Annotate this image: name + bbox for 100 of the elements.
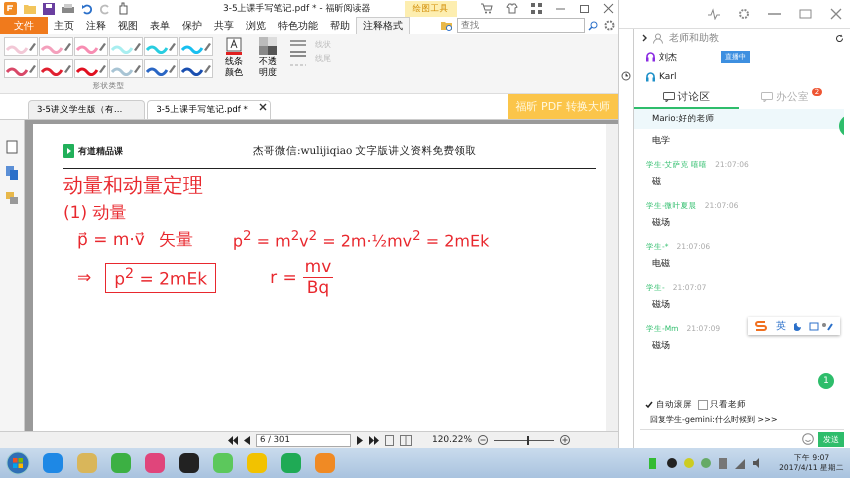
ribbon-tab[interactable]: 特色功能 bbox=[272, 17, 324, 34]
zoom-slider-thumb[interactable] bbox=[527, 436, 530, 444]
ribbon-tab[interactable]: 共享 bbox=[208, 17, 240, 34]
start-orb-icon[interactable] bbox=[6, 451, 30, 475]
ribbon-tab[interactable]: 浏览 bbox=[240, 17, 272, 34]
page-header-text: 杰哥微信:wulijiqiao 文字版讲义资料免费领取 bbox=[253, 144, 477, 158]
cart-icon[interactable] bbox=[481, 3, 493, 14]
handwritten-subheading: (1) 动量 bbox=[63, 203, 128, 224]
fraction-numerator: mv bbox=[304, 256, 332, 278]
people-icon bbox=[653, 32, 664, 44]
first-page-icon[interactable] bbox=[228, 436, 238, 444]
pen-style-swatch[interactable] bbox=[4, 59, 38, 78]
vertical-scrollbar[interactable] bbox=[606, 124, 618, 431]
line-color-button[interactable]: 线条颜色 bbox=[221, 37, 247, 93]
save-icon[interactable] bbox=[43, 2, 55, 14]
page-icon[interactable] bbox=[6, 140, 18, 154]
pinned-message: Mario:好的老师 bbox=[634, 109, 844, 129]
search-field[interactable]: 查找 bbox=[457, 18, 585, 33]
message-text: 磁场 bbox=[651, 216, 670, 230]
message-text: 磁场 bbox=[651, 340, 670, 353]
handwritten-formula: r = bbox=[270, 268, 297, 288]
two-page-icon[interactable] bbox=[400, 434, 412, 446]
line-weight-icon[interactable] bbox=[289, 39, 307, 47]
expand-chevron-icon[interactable] bbox=[642, 34, 648, 42]
chat-bubble-icon bbox=[760, 92, 773, 102]
pages-icon[interactable] bbox=[6, 166, 18, 180]
section-title: 老师和助教 bbox=[669, 32, 719, 45]
zoom-level[interactable]: 120.22% bbox=[432, 435, 472, 445]
message-text: 电磁 bbox=[651, 258, 670, 271]
print-icon[interactable] bbox=[61, 2, 75, 14]
fraction-denominator: Bq bbox=[302, 277, 334, 299]
checkbox[interactable] bbox=[698, 400, 708, 410]
ime-tools-icon[interactable] bbox=[794, 322, 834, 330]
text-color-icon bbox=[225, 37, 243, 55]
pen-style-swatch[interactable] bbox=[144, 59, 178, 78]
window-title: 3-5上课手写笔记.pdf * - 福昕阅读器 bbox=[223, 2, 370, 15]
shirt-icon[interactable] bbox=[506, 3, 518, 14]
undo-icon[interactable] bbox=[81, 2, 93, 14]
last-page-icon[interactable] bbox=[368, 436, 379, 444]
handwritten-title: 动量和动量定理 bbox=[63, 173, 204, 197]
pen-style-swatch[interactable] bbox=[109, 59, 143, 78]
ime-logo-icon bbox=[754, 320, 768, 332]
previous-page-icon[interactable] bbox=[244, 436, 250, 444]
pen-style-swatch[interactable] bbox=[4, 37, 38, 56]
line-style-icon[interactable] bbox=[289, 50, 307, 58]
pen-style-swatch[interactable] bbox=[179, 59, 213, 78]
pen-style-swatch[interactable] bbox=[109, 37, 143, 56]
zoom-in-icon[interactable] bbox=[560, 435, 570, 445]
context-tab-label: 绘图工具 bbox=[404, 0, 456, 16]
next-page-icon[interactable] bbox=[356, 436, 363, 444]
boxed-formula: p$^{2}$ = 2mEk bbox=[105, 262, 216, 293]
page-number-field[interactable]: 6 / 301 bbox=[256, 434, 351, 446]
pulse-icon[interactable] bbox=[708, 8, 720, 20]
close-icon[interactable] bbox=[258, 102, 267, 110]
play-logo-icon bbox=[63, 144, 74, 158]
restore-icon[interactable] bbox=[799, 8, 812, 20]
pen-style-swatch[interactable] bbox=[179, 37, 213, 56]
message-text: 磁 bbox=[651, 176, 661, 189]
input-method-toolbar[interactable]: 英 bbox=[748, 317, 840, 335]
pen-style-swatch[interactable] bbox=[144, 37, 178, 56]
logo-text: 有道精品课 bbox=[78, 146, 123, 158]
handwritten-note: 矢量 bbox=[158, 230, 193, 250]
restore-icon[interactable] bbox=[579, 3, 590, 14]
smiley-icon[interactable] bbox=[802, 433, 814, 445]
layers-icon[interactable] bbox=[6, 192, 18, 204]
ribbon-tab[interactable]: 主页 bbox=[48, 17, 80, 34]
ribbon-tab[interactable]: 注释格式 bbox=[356, 17, 410, 34]
refresh-icon[interactable] bbox=[835, 34, 844, 42]
close-icon[interactable] bbox=[603, 3, 614, 14]
opacity-grid-icon bbox=[259, 37, 277, 55]
document-tab[interactable]: 3-5上课手写笔记.pdf * bbox=[147, 100, 271, 119]
grid-icon[interactable] bbox=[531, 3, 542, 14]
settings-icon[interactable] bbox=[738, 8, 750, 20]
ribbon-tab[interactable]: 视图 bbox=[112, 17, 144, 34]
search-icon[interactable] bbox=[588, 20, 598, 30]
history-clock-icon[interactable] bbox=[621, 71, 631, 81]
opacity-button[interactable]: 不透明度 bbox=[255, 37, 281, 93]
ribbon-tab[interactable]: 帮助 bbox=[324, 17, 356, 34]
handwritten-formula: p⃗ = m·v⃗ bbox=[77, 230, 145, 250]
pen-style-swatch[interactable] bbox=[39, 37, 73, 56]
message-text: 磁场 bbox=[651, 298, 670, 312]
checkbox-label: 只看老师 bbox=[710, 399, 746, 411]
single-page-icon[interactable] bbox=[384, 434, 394, 446]
teacher-name: 刘杰 bbox=[659, 52, 678, 64]
pen-style-swatch[interactable] bbox=[39, 59, 73, 78]
pen-style-swatch[interactable] bbox=[74, 59, 108, 78]
ribbon-tab[interactable]: 注释 bbox=[80, 17, 112, 34]
ribbon-tab[interactable]: 保护 bbox=[176, 17, 208, 34]
ribbon-tab[interactable]: 表单 bbox=[144, 17, 176, 34]
document-tab[interactable]: 3-5讲义学生版（有… bbox=[28, 100, 146, 119]
reply-field[interactable]: 回复学生-gemini:什么时候到 >>> bbox=[640, 411, 844, 430]
pen-style-swatch[interactable] bbox=[74, 37, 108, 56]
settings-icon[interactable] bbox=[604, 20, 615, 31]
message-text: 电学 bbox=[651, 134, 670, 148]
handwritten-formula: p$^{2}$ = m$^{2}$v$^{2}$ = 2m·½mv$^{2}$ = 2mEk bbox=[232, 229, 490, 251]
folder-search-icon[interactable] bbox=[440, 20, 454, 32]
zoom-out-icon[interactable] bbox=[478, 435, 488, 445]
teacher-name: Karl bbox=[659, 72, 678, 82]
checkbox[interactable] bbox=[644, 400, 654, 410]
taskbar-app-icon[interactable] bbox=[178, 452, 200, 474]
